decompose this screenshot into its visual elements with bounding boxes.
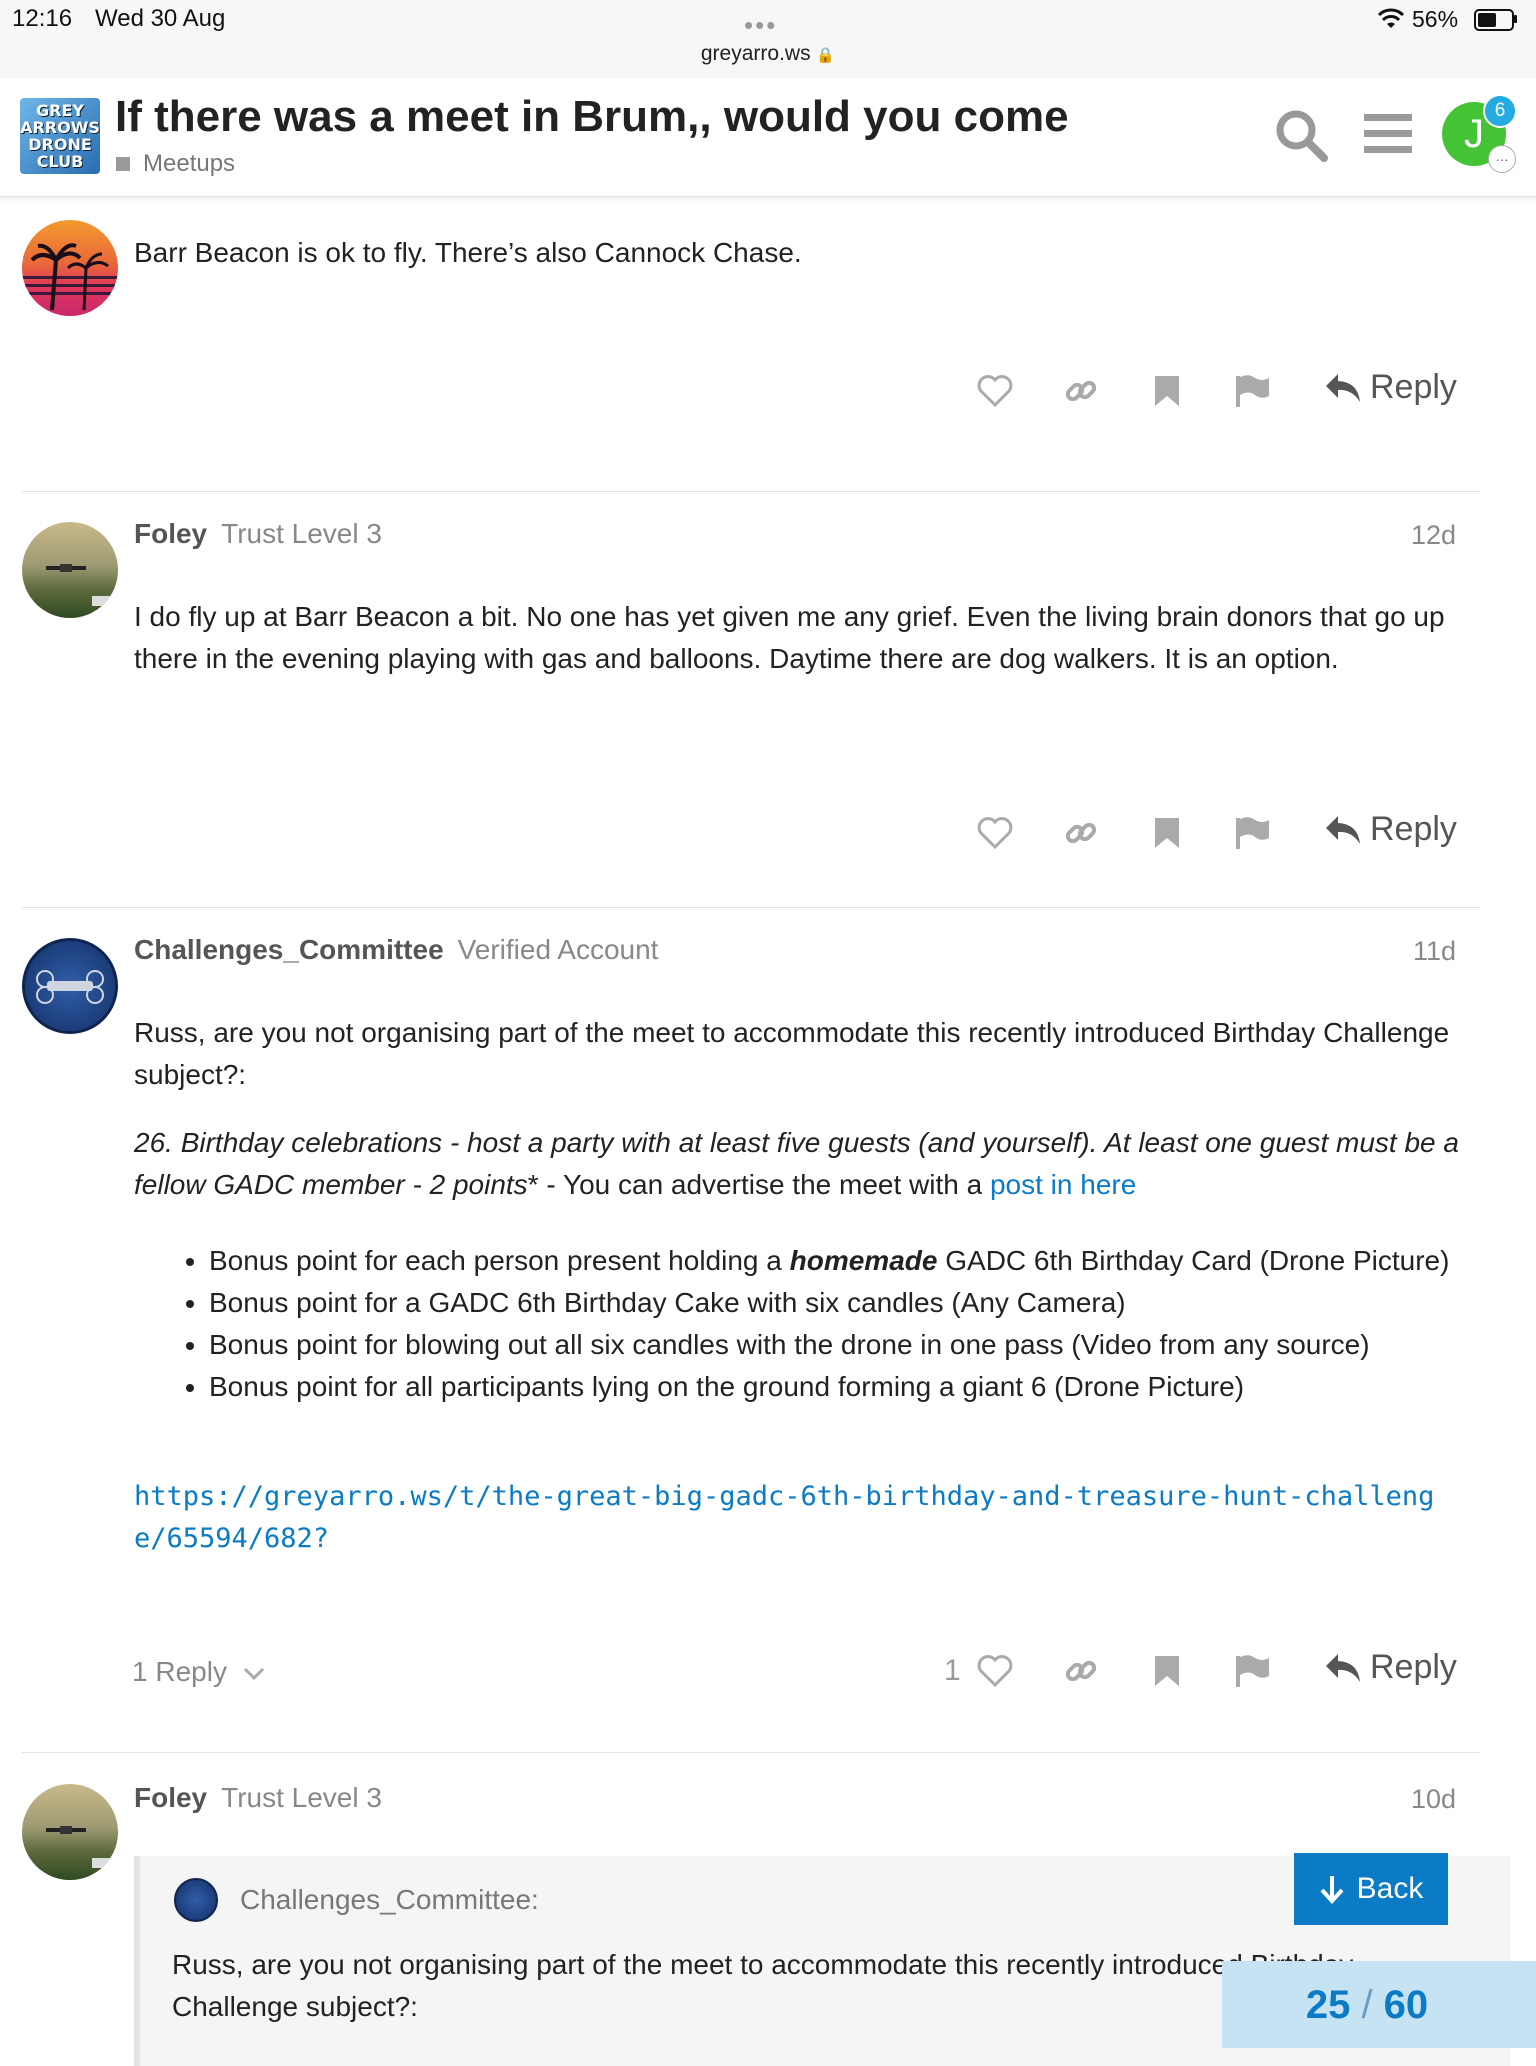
flag-icon bbox=[1236, 375, 1269, 407]
flag-button[interactable] bbox=[1228, 366, 1278, 416]
heart-icon bbox=[977, 1655, 1013, 1688]
user-avatar[interactable] bbox=[22, 938, 118, 1034]
post-divider bbox=[22, 491, 1480, 492]
post-actions: Reply bbox=[0, 808, 1536, 868]
show-replies-button[interactable]: 1 Reply bbox=[132, 1656, 265, 1688]
flag-icon bbox=[1236, 1655, 1269, 1687]
like-button[interactable] bbox=[970, 1646, 1020, 1696]
reply-arrow-icon bbox=[1326, 815, 1360, 844]
progress-text: 25 / 60 bbox=[1305, 1983, 1429, 2027]
username[interactable]: Foley Trust Level 3 bbox=[134, 1782, 382, 1814]
lock-icon: 🔒 bbox=[816, 47, 836, 64]
topic-title[interactable]: If there was a meet in Brum,, would you … bbox=[115, 92, 1069, 142]
post-body: Barr Beacon is ok to fly. There’s also C… bbox=[134, 237, 802, 268]
battery-tip bbox=[1514, 15, 1517, 23]
reply-button[interactable]: Reply bbox=[1324, 1648, 1457, 1687]
challenge-url-link[interactable]: https://greyarro.ws/t/the-great-big-gadc… bbox=[134, 1476, 1464, 1560]
reply-arrow-icon bbox=[1326, 1653, 1360, 1682]
search-icon[interactable] bbox=[1274, 108, 1330, 164]
bookmark-icon bbox=[1155, 376, 1179, 406]
challenge-quote: 26. Birthday celebrations - host a party… bbox=[134, 1127, 1459, 1200]
quoted-username[interactable]: Challenges_Committee: bbox=[240, 1884, 539, 1916]
palm-tree-image bbox=[22, 243, 118, 311]
like-button[interactable] bbox=[970, 366, 1020, 416]
list-item: Bonus point for each person present hold… bbox=[209, 1240, 1536, 1282]
like-count[interactable]: 1 bbox=[944, 1654, 961, 1688]
share-link-button[interactable] bbox=[1056, 1646, 1106, 1696]
chat-bubble-icon[interactable]: … bbox=[1488, 145, 1516, 173]
list-item: Bonus point for a GADC 6th Birthday Cake… bbox=[209, 1282, 1536, 1324]
url-text: greyarro.ws bbox=[700, 42, 811, 65]
drone-photo-image bbox=[46, 564, 110, 606]
reply-button[interactable]: Reply bbox=[1324, 368, 1457, 407]
drone-photo-image bbox=[46, 1826, 110, 1868]
back-button[interactable]: Back bbox=[1294, 1853, 1448, 1925]
flag-button[interactable] bbox=[1228, 1646, 1278, 1696]
battery-percent: 56% bbox=[1412, 6, 1459, 32]
share-link-button[interactable] bbox=[1056, 808, 1106, 858]
post-divider bbox=[22, 1752, 1480, 1753]
site-logo[interactable]: GREY ARROWS DRONE CLUB bbox=[20, 98, 100, 174]
bookmark-icon bbox=[1155, 1656, 1179, 1686]
user-title: Trust Level 3 bbox=[221, 518, 382, 549]
topic-header: GREY ARROWS DRONE CLUB If there was a me… bbox=[0, 78, 1536, 197]
bonus-list: Bonus point for each person present hold… bbox=[134, 1240, 1536, 1408]
hamburger-menu-icon[interactable] bbox=[1364, 112, 1412, 156]
quoted-user-avatar bbox=[174, 1878, 218, 1922]
list-item: Bonus point for blowing out all six cand… bbox=[209, 1324, 1536, 1366]
reply-arrow-icon bbox=[1326, 373, 1360, 402]
battery-icon bbox=[1474, 9, 1514, 31]
bookmark-button[interactable] bbox=[1142, 366, 1192, 416]
link-icon bbox=[1065, 822, 1097, 844]
user-avatar[interactable] bbox=[22, 220, 118, 316]
wifi-icon bbox=[1377, 8, 1405, 28]
drone-logo-image bbox=[36, 970, 104, 1004]
post-date[interactable]: 12d bbox=[1411, 520, 1456, 551]
status-date: Wed 30 Aug bbox=[95, 5, 226, 32]
category-link[interactable]: Meetups bbox=[143, 150, 235, 178]
reply-button[interactable]: Reply bbox=[1324, 810, 1457, 849]
link-icon bbox=[1065, 380, 1097, 402]
share-link-button[interactable] bbox=[1056, 366, 1106, 416]
post-body: I do fly up at Barr Beacon a bit. No one… bbox=[134, 601, 1445, 674]
bookmark-button[interactable] bbox=[1142, 808, 1192, 858]
notification-badge[interactable]: 6 bbox=[1483, 94, 1517, 128]
flag-icon bbox=[1236, 817, 1269, 849]
post-intro: Russ, are you not organising part of the… bbox=[134, 1017, 1450, 1090]
username[interactable]: Foley Trust Level 3 bbox=[134, 518, 382, 550]
post-divider bbox=[22, 907, 1480, 908]
user-avatar[interactable] bbox=[22, 1784, 118, 1880]
post-in-here-link[interactable]: post in here bbox=[990, 1169, 1136, 1200]
status-bar: 12:16 Wed 30 Aug ••• greyarro.ws 🔒 56% bbox=[0, 0, 1536, 78]
list-item: Bonus point for all participants lying o… bbox=[209, 1366, 1536, 1408]
status-time: 12:16 bbox=[12, 5, 73, 32]
post-date[interactable]: 10d bbox=[1411, 1784, 1456, 1815]
bookmark-button[interactable] bbox=[1142, 1646, 1192, 1696]
like-button[interactable] bbox=[970, 808, 1020, 858]
bookmark-icon bbox=[1155, 818, 1179, 848]
username[interactable]: Challenges_Committee Verified Account bbox=[134, 934, 658, 966]
arrow-down-icon bbox=[1320, 1876, 1344, 1904]
link-icon bbox=[1065, 1660, 1097, 1682]
heart-icon bbox=[977, 375, 1013, 408]
heart-icon bbox=[977, 817, 1013, 850]
chevron-down-icon bbox=[243, 1667, 264, 1681]
post-date[interactable]: 11d bbox=[1413, 936, 1456, 967]
topic-progress[interactable]: 25 / 60 bbox=[1222, 1961, 1536, 2048]
flag-button[interactable] bbox=[1228, 808, 1278, 858]
user-title: Verified Account bbox=[457, 934, 659, 965]
browser-dots-icon[interactable]: ••• bbox=[744, 10, 777, 41]
address-bar[interactable]: greyarro.ws 🔒 bbox=[0, 42, 1536, 66]
user-title: Trust Level 3 bbox=[221, 1782, 382, 1813]
post-actions: 1 Reply 1 Reply bbox=[0, 1646, 1536, 1706]
post-actions: Reply bbox=[0, 366, 1536, 426]
user-avatar[interactable] bbox=[22, 522, 118, 618]
category-badge-square bbox=[116, 157, 130, 171]
